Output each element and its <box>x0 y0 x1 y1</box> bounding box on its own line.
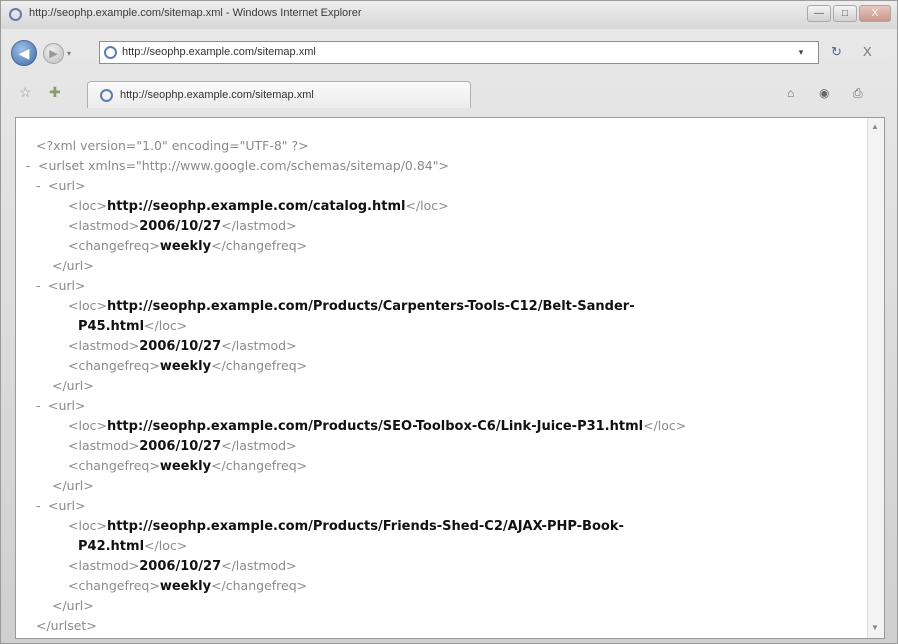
loc-value: http://seophp.example.com/Products/Frien… <box>106 519 624 534</box>
urlset-close: </urlset> <box>36 618 97 633</box>
collapse-toggle[interactable]: - <box>26 156 38 176</box>
ie-icon <box>9 8 22 21</box>
lastmod-element: <lastmod>2006/10/27</lastmod> <box>68 218 297 234</box>
home-icon[interactable]: ⌂ <box>787 86 794 100</box>
collapse-toggle[interactable]: - <box>36 496 48 516</box>
print-icon[interactable]: ⎙ <box>853 86 863 101</box>
loc-value: http://seophp.example.com/Products/Carpe… <box>106 299 635 314</box>
favorites-star-icon[interactable]: ☆ <box>19 84 32 101</box>
address-dropdown-button[interactable]: ▾ <box>782 42 820 63</box>
window-controls: — □ X <box>807 5 891 22</box>
close-button[interactable]: X <box>859 5 891 22</box>
navigation-bar: ◀ ▶ ▾ http://seophp.example.com/sitemap.… <box>1 35 897 69</box>
lastmod-element: <lastmod>2006/10/27</lastmod> <box>68 338 297 354</box>
loc-element: <loc>http://seophp.example.com/catalog.h… <box>68 198 449 214</box>
loc-value: http://seophp.example.com/Products/SEO-T… <box>106 419 644 434</box>
changefreq-value: weekly <box>159 459 212 474</box>
tab-sitemap[interactable]: http://seophp.example.com/sitemap.xml <box>87 81 471 108</box>
loc-element: <loc>http://seophp.example.com/Products/… <box>68 518 624 534</box>
address-bar[interactable]: http://seophp.example.com/sitemap.xml ▾ <box>99 41 819 64</box>
minimize-button[interactable]: — <box>807 5 831 22</box>
url-close: </url> <box>52 598 94 613</box>
tab-page-icon <box>100 89 113 102</box>
loc-element: <loc>http://seophp.example.com/Products/… <box>68 418 687 434</box>
lastmod-element: <lastmod>2006/10/27</lastmod> <box>68 438 297 454</box>
window-title: http://seophp.example.com/sitemap.xml - … <box>29 7 362 19</box>
scroll-down-icon[interactable]: ▼ <box>871 623 879 632</box>
url-open: - <url> <box>26 176 686 196</box>
forward-button[interactable]: ▶ <box>43 43 64 64</box>
xml-declaration: <?xml version="1.0" encoding="UTF-8" ?> <box>36 138 309 153</box>
loc-value: http://seophp.example.com/catalog.html <box>106 199 406 214</box>
collapse-toggle[interactable]: - <box>36 176 48 196</box>
lastmod-value: 2006/10/27 <box>139 559 222 574</box>
lastmod-value: 2006/10/27 <box>139 339 222 354</box>
url-open: - <url> <box>26 496 686 516</box>
refresh-button[interactable]: ↻ <box>831 44 842 60</box>
address-input[interactable]: http://seophp.example.com/sitemap.xml <box>122 46 316 58</box>
lastmod-value: 2006/10/27 <box>139 439 222 454</box>
vertical-scrollbar[interactable]: ▲ ▼ <box>867 118 884 638</box>
loc-value-cont: P42.html <box>78 539 145 554</box>
tab-label: http://seophp.example.com/sitemap.xml <box>120 89 314 101</box>
url-open: - <url> <box>26 276 686 296</box>
loc-element: <loc>http://seophp.example.com/Products/… <box>68 298 635 314</box>
changefreq-value: weekly <box>159 239 212 254</box>
changefreq-value: weekly <box>159 579 212 594</box>
title-bar: http://seophp.example.com/sitemap.xml - … <box>1 1 897 29</box>
add-favorites-icon[interactable]: ✚ <box>49 84 61 101</box>
changefreq-element: <changefreq>weekly</changefreq> <box>68 238 308 254</box>
changefreq-value: weekly <box>159 359 212 374</box>
tab-bar: ☆ ✚ http://seophp.example.com/sitemap.xm… <box>1 75 897 113</box>
loc-element-cont: P45.html</loc> <box>78 318 188 334</box>
loc-element-cont: P42.html</loc> <box>78 538 188 554</box>
urlset-open: - <urlset xmlns="http://www.google.com/sc… <box>26 156 686 176</box>
changefreq-element: <changefreq>weekly</changefreq> <box>68 578 308 594</box>
url-close: </url> <box>52 378 94 393</box>
browser-window: http://seophp.example.com/sitemap.xml - … <box>0 0 898 644</box>
feeds-icon[interactable]: ◉ <box>819 86 829 100</box>
url-close: </url> <box>52 258 94 273</box>
maximize-button[interactable]: □ <box>833 5 857 22</box>
collapse-toggle[interactable]: - <box>36 396 48 416</box>
xml-document: <?xml version="1.0" encoding="UTF-8" ?> … <box>26 136 686 636</box>
url-close: </url> <box>52 478 94 493</box>
url-open: - <url> <box>26 396 686 416</box>
changefreq-element: <changefreq>weekly</changefreq> <box>68 358 308 374</box>
lastmod-value: 2006/10/27 <box>139 219 222 234</box>
page-content: <?xml version="1.0" encoding="UTF-8" ?> … <box>15 117 885 639</box>
page-icon <box>104 46 117 59</box>
history-dropdown[interactable]: ▾ <box>67 49 71 58</box>
loc-value-cont: P45.html <box>78 319 145 334</box>
lastmod-element: <lastmod>2006/10/27</lastmod> <box>68 558 297 574</box>
scroll-up-icon[interactable]: ▲ <box>871 122 879 131</box>
changefreq-element: <changefreq>weekly</changefreq> <box>68 458 308 474</box>
back-button[interactable]: ◀ <box>11 40 37 66</box>
collapse-toggle[interactable]: - <box>36 276 48 296</box>
stop-button[interactable]: X <box>863 44 872 59</box>
